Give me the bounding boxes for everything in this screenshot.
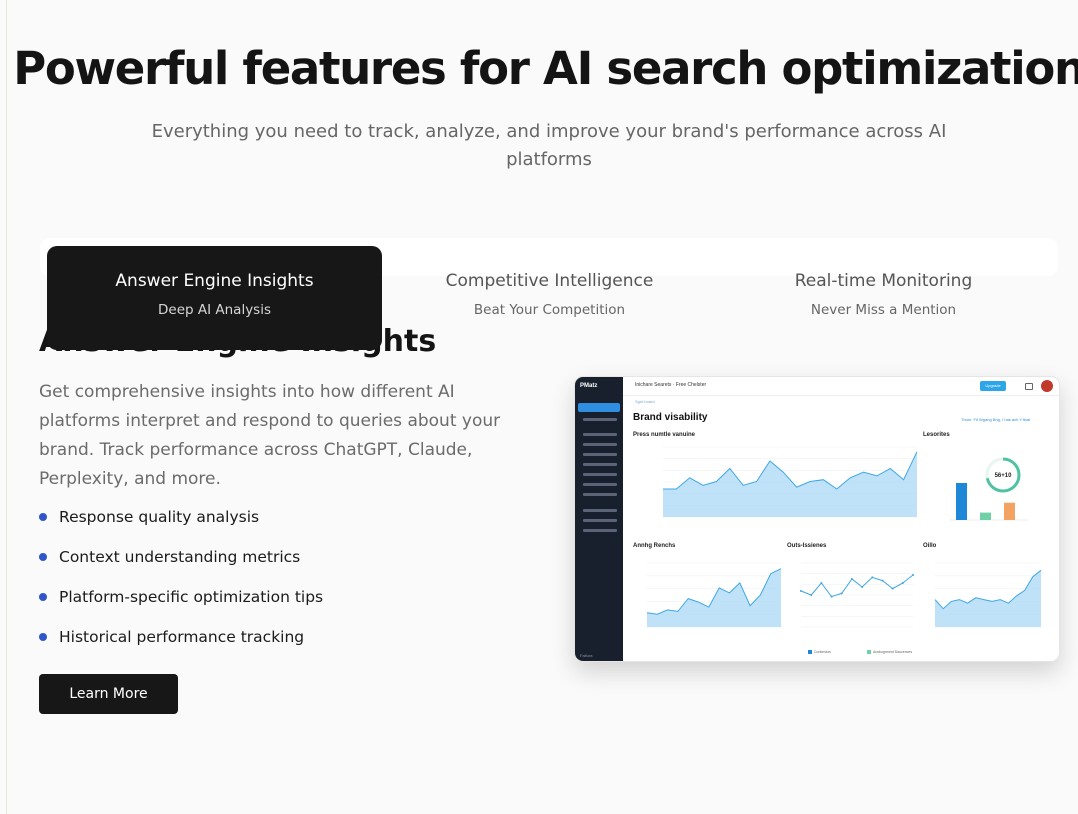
legend-swatch bbox=[867, 650, 871, 654]
chart-bar bbox=[956, 483, 967, 520]
chart-line bbox=[800, 574, 914, 598]
chart-point bbox=[840, 592, 843, 595]
feature-item: Context understanding metrics bbox=[39, 537, 323, 577]
page-title: Powerful features for AI search optimiza… bbox=[13, 42, 1078, 95]
bullet-icon bbox=[39, 593, 47, 601]
dashboard-charts: 56+10 bbox=[646, 446, 1042, 654]
page-subtitle: Everything you need to track, analyze, a… bbox=[151, 121, 947, 170]
feature-list: Response quality analysis Context unders… bbox=[39, 497, 323, 657]
chart-point bbox=[810, 594, 813, 596]
tab-answer-engine-insights[interactable]: Answer Engine Insights Deep AI Analysis bbox=[47, 246, 382, 350]
chart-point bbox=[871, 576, 874, 579]
section-description: Get comprehensive insights into how diff… bbox=[39, 382, 501, 489]
tab-subtitle: Deep AI Analysis bbox=[158, 302, 271, 318]
bullet-icon bbox=[39, 633, 47, 641]
feature-label: Platform-specific optimization tips bbox=[59, 588, 324, 606]
tab-title: Real-time Monitoring bbox=[794, 271, 973, 291]
tab-real-time-monitoring[interactable]: Real-time Monitoring Never Miss a Mentio… bbox=[716, 246, 1051, 350]
chart-point bbox=[850, 578, 853, 580]
chart-point bbox=[830, 595, 833, 598]
feature-item: Response quality analysis bbox=[39, 497, 323, 537]
chart-bar bbox=[980, 512, 991, 520]
tab-subtitle: Never Miss a Mention bbox=[810, 302, 957, 318]
chart-point bbox=[891, 587, 894, 590]
bullet-icon bbox=[39, 553, 47, 561]
page-left-rule bbox=[6, 0, 7, 814]
dashboard-preview: PMatz Faitura Inichare Searets · Free Ch… bbox=[574, 376, 1060, 662]
feature-item: Historical performance tracking bbox=[39, 617, 323, 657]
chart-area bbox=[935, 570, 1041, 627]
feature-label: Historical performance tracking bbox=[59, 628, 305, 646]
feature-item: Platform-specific optimization tips bbox=[39, 577, 323, 617]
learn-more-button[interactable]: Learn More bbox=[39, 674, 178, 714]
gauge-label: 56+10 bbox=[995, 473, 1013, 479]
tab-subtitle: Beat Your Competition bbox=[473, 302, 626, 318]
chart-point bbox=[800, 590, 802, 592]
tab-title: Answer Engine Insights bbox=[115, 271, 314, 291]
chart-point bbox=[881, 579, 884, 582]
chart-point bbox=[861, 586, 864, 588]
feature-label: Context understanding metrics bbox=[59, 548, 301, 566]
tab-title: Competitive Intelligence bbox=[445, 271, 654, 291]
feature-label: Response quality analysis bbox=[59, 508, 260, 526]
chart-point bbox=[901, 582, 904, 584]
chart-point bbox=[912, 574, 914, 576]
legend-swatch bbox=[808, 650, 812, 654]
bullet-icon bbox=[39, 513, 47, 521]
chart-point bbox=[820, 582, 823, 584]
chart-bar bbox=[1004, 502, 1015, 520]
